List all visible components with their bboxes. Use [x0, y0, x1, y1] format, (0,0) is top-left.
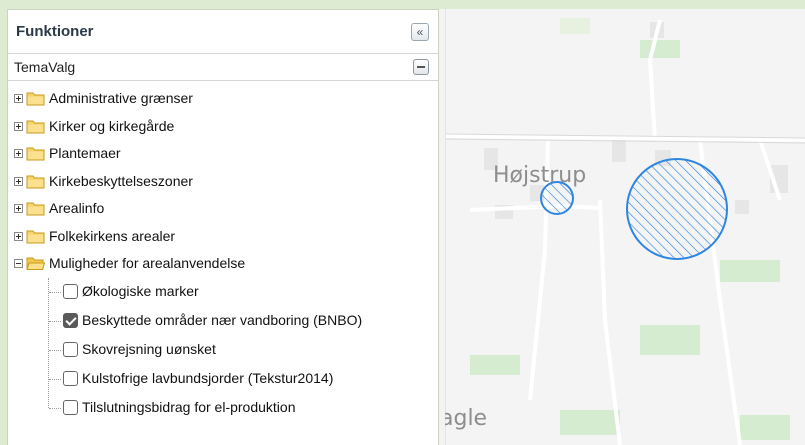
layer-checkbox[interactable]: [63, 312, 78, 328]
expand-toggle-icon[interactable]: [14, 94, 23, 103]
collapse-toggle-icon[interactable]: [14, 259, 23, 268]
functions-panel: Funktioner « TemaValg Administrative græ…: [7, 9, 439, 445]
tree-branch: [49, 407, 61, 409]
panel-header: Funktioner «: [8, 10, 438, 54]
folder-node[interactable]: Arealinfo: [8, 195, 438, 223]
panel-edge: [439, 9, 445, 445]
panel-title: Funktioner: [16, 23, 94, 40]
tema-collapse-button[interactable]: [413, 59, 429, 75]
tema-valg-label: TemaValg: [14, 59, 76, 75]
layer-item[interactable]: Skovrejsning uønsket: [8, 336, 438, 365]
layer-label: Skovrejsning uønsket: [82, 340, 216, 357]
layer-item[interactable]: Tilslutningsbidrag for el-produktion: [8, 394, 438, 423]
folder-node[interactable]: Kirkebeskyttelseszoner: [8, 168, 438, 196]
bnbo-area-large[interactable]: [626, 158, 728, 260]
folder-node[interactable]: Kirker og kirkegårde: [8, 113, 438, 141]
tree-branch: [49, 320, 61, 322]
double-chevron-left-icon: «: [416, 24, 424, 39]
layer-label: Økologiske marker: [82, 282, 199, 299]
layer-item[interactable]: Beskyttede områder nær vandboring (BNBO): [8, 307, 438, 336]
tema-valg-header[interactable]: TemaValg: [8, 54, 438, 81]
layer-item[interactable]: Økologiske marker: [8, 278, 438, 307]
expand-toggle-icon[interactable]: [14, 204, 23, 213]
folder-label: Folkekirkens arealer: [49, 227, 176, 244]
layer-checkbox[interactable]: [63, 370, 78, 386]
layer-list: Økologiske marker Beskyttede områder nær …: [8, 277, 438, 423]
tree-branch: [49, 291, 61, 293]
folder-icon: [26, 92, 45, 106]
folder-node[interactable]: Folkekirkens arealer: [8, 223, 438, 251]
place-label-hojstrup: Højstrup: [493, 163, 586, 188]
folder-label: Kirker og kirkegårde: [49, 117, 175, 134]
folder-icon: [26, 175, 45, 188]
expand-toggle-icon[interactable]: [14, 176, 23, 186]
tree-branch: [49, 378, 61, 380]
folder-node[interactable]: Administrative grænser: [8, 85, 438, 113]
expand-toggle-icon[interactable]: [14, 231, 23, 241]
layer-checkbox[interactable]: [63, 399, 78, 415]
folder-icon: [26, 120, 45, 133]
folder-label: Administrative grænser: [49, 90, 193, 106]
folder-label: Kirkebeskyttelseszoner: [49, 172, 193, 189]
folder-icon: [26, 230, 45, 243]
layer-label: Tilslutningsbidrag for el-produktion: [82, 398, 296, 415]
layer-checkbox[interactable]: [63, 283, 78, 299]
collapse-panel-button[interactable]: «: [411, 22, 429, 41]
layer-tree: Administrative grænser Kirker og kirkegår…: [8, 81, 438, 423]
folder-icon: [26, 147, 45, 161]
tree-branch: [49, 349, 61, 351]
folder-label: Arealinfo: [49, 200, 105, 216]
folder-node[interactable]: Plantemaer: [8, 140, 438, 168]
expand-toggle-icon[interactable]: [14, 121, 23, 131]
open-folder-icon: [26, 257, 45, 270]
folder-node[interactable]: Muligheder for arealanvendelse: [8, 250, 438, 278]
folder-label: Muligheder for arealanvendelse: [49, 255, 246, 271]
place-label-partial: agle: [440, 406, 487, 431]
layer-checkbox[interactable]: [63, 341, 78, 357]
layer-item[interactable]: Kulstofrige lavbundsjorder (Tekstur2014): [8, 365, 438, 394]
minus-icon: [417, 66, 425, 68]
folder-icon: [26, 202, 45, 216]
expand-toggle-icon[interactable]: [14, 149, 23, 158]
map-area[interactable]: [446, 9, 805, 445]
layer-label: Kulstofrige lavbundsjorder (Tekstur2014): [82, 369, 334, 386]
folder-label: Plantemaer: [49, 145, 121, 161]
layer-label: Beskyttede områder nær vandboring (BNBO): [82, 311, 363, 328]
